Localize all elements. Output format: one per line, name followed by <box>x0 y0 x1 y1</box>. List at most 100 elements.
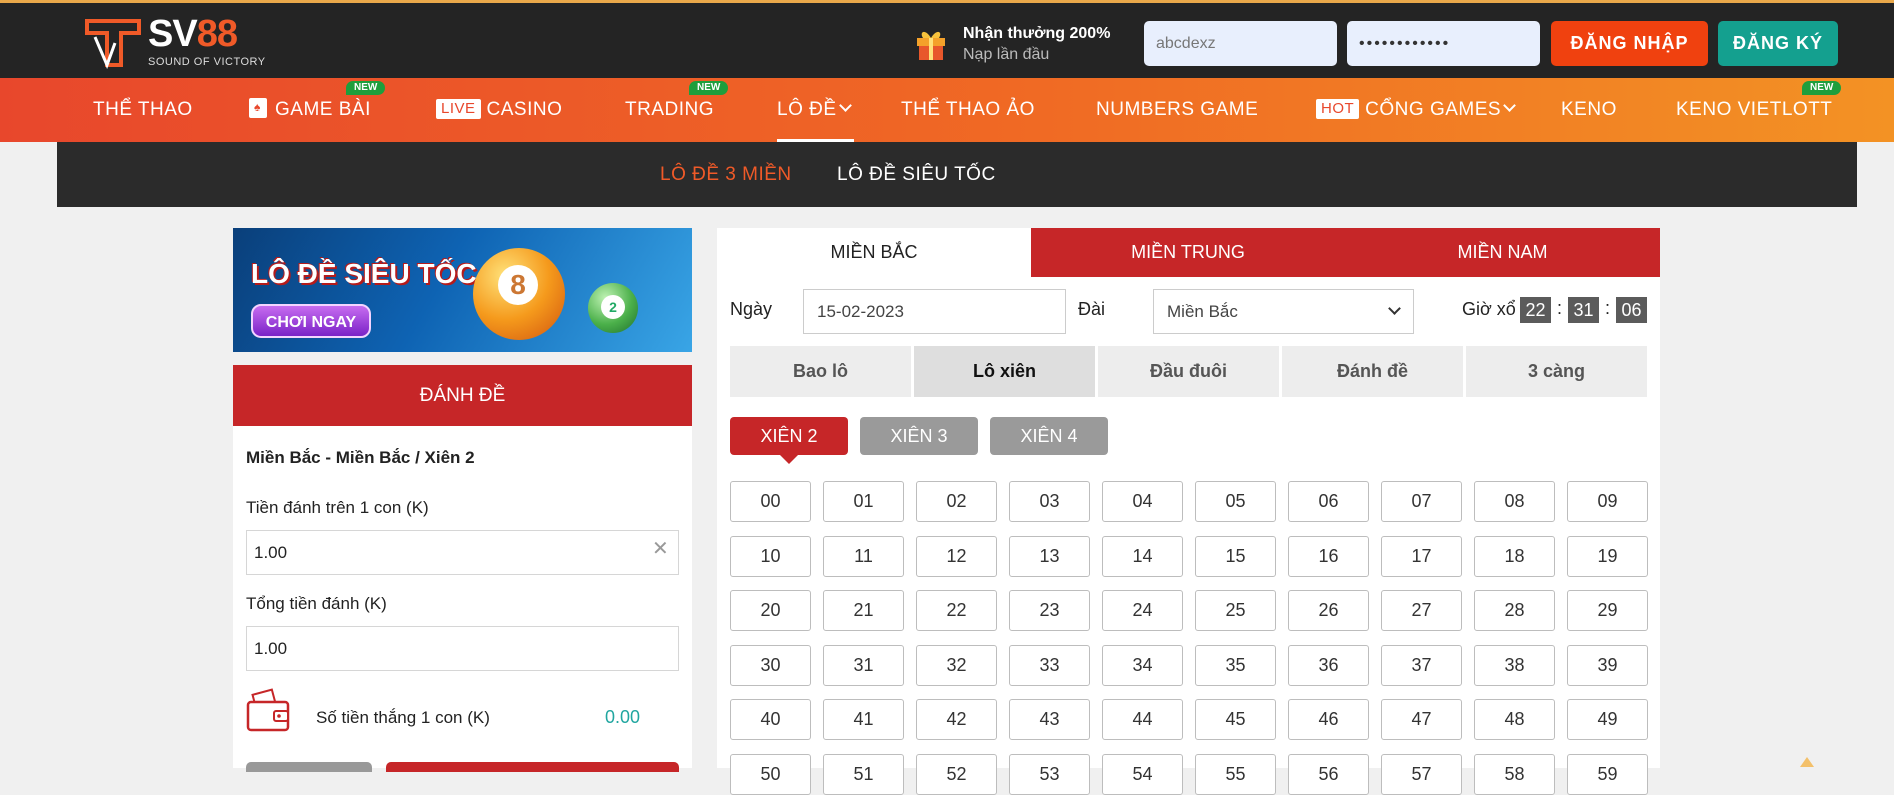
number-cell[interactable]: 43 <box>1009 699 1090 740</box>
tab-north[interactable]: MIỀN BẮC <box>717 228 1031 277</box>
clear-icon[interactable]: ✕ <box>652 536 669 561</box>
number-cell[interactable]: 26 <box>1288 590 1369 631</box>
number-cell[interactable]: 27 <box>1381 590 1462 631</box>
number-cell[interactable]: 49 <box>1567 699 1648 740</box>
tab-xien-2[interactable]: XIÊN 2 <box>730 417 848 464</box>
tab-xien-3[interactable]: XIÊN 3 <box>860 417 978 455</box>
total-input[interactable] <box>246 626 679 671</box>
number-cell[interactable]: 38 <box>1474 644 1555 686</box>
play-now-button[interactable]: CHƠI NGAY <box>251 304 371 338</box>
number-cell[interactable]: 14 <box>1102 535 1183 577</box>
number-cell[interactable]: 18 <box>1474 535 1555 577</box>
number-cell[interactable]: 33 <box>1009 644 1090 686</box>
station-label: Đài <box>1078 299 1106 319</box>
reset-button[interactable] <box>246 762 372 772</box>
nav-item-sports[interactable]: THỂ THAO <box>93 78 193 142</box>
tab-central[interactable]: MIỀN TRUNG <box>1031 228 1345 277</box>
nav-item-live-casino[interactable]: LIVE CASINO <box>436 78 562 142</box>
number-cell[interactable]: 50 <box>730 753 811 795</box>
number-cell[interactable]: 02 <box>916 481 997 522</box>
number-cell[interactable]: 06 <box>1288 481 1369 522</box>
number-cell[interactable]: 19 <box>1567 535 1648 577</box>
bettype-dau-duoi[interactable]: Đầu đuôi <box>1098 346 1279 397</box>
bettype-3-cang[interactable]: 3 càng <box>1466 346 1647 397</box>
number-cell[interactable]: 58 <box>1474 753 1555 795</box>
login-button[interactable]: ĐĂNG NHẬP <box>1551 21 1708 66</box>
nav-item-virtual-sports[interactable]: THỂ THAO ẢO <box>901 78 1035 142</box>
number-cell[interactable]: 59 <box>1567 753 1648 795</box>
stake-input[interactable] <box>246 530 679 575</box>
number-cell[interactable]: 44 <box>1102 699 1183 740</box>
number-cell[interactable]: 35 <box>1195 644 1276 686</box>
number-cell[interactable]: 22 <box>916 590 997 631</box>
subnav-fast-lottery[interactable]: LÔ ĐỀ SIÊU TỐC <box>837 142 996 207</box>
number-cell[interactable]: 28 <box>1474 590 1555 631</box>
tab-south[interactable]: MIỀN NAM <box>1345 228 1660 277</box>
number-cell[interactable]: 37 <box>1381 644 1462 686</box>
nav-item-lottery[interactable]: LÔ ĐỀ <box>777 78 854 142</box>
number-cell[interactable]: 00 <box>730 481 811 522</box>
time-seconds: 06 <box>1616 297 1647 323</box>
brand-logo[interactable]: SV88 SOUND OF VICTORY <box>85 13 265 73</box>
number-cell[interactable]: 17 <box>1381 535 1462 577</box>
number-cell[interactable]: 24 <box>1102 590 1183 631</box>
scroll-top-icon[interactable] <box>1800 757 1814 767</box>
nav-item-numbers-game[interactable]: NUMBERS GAME <box>1096 78 1258 142</box>
number-cell[interactable]: 16 <box>1288 535 1369 577</box>
number-cell[interactable]: 53 <box>1009 753 1090 795</box>
nav-item-game-portal[interactable]: HOT CỔNG GAMES <box>1316 78 1516 142</box>
number-cell[interactable]: 30 <box>730 644 811 686</box>
number-cell[interactable]: 54 <box>1102 753 1183 795</box>
number-cell[interactable]: 25 <box>1195 590 1276 631</box>
number-cell[interactable]: 05 <box>1195 481 1276 522</box>
bettype-danh-de[interactable]: Đánh đề <box>1282 346 1463 397</box>
number-cell[interactable]: 48 <box>1474 699 1555 740</box>
tab-xien-4[interactable]: XIÊN 4 <box>990 417 1108 455</box>
number-cell[interactable]: 34 <box>1102 644 1183 686</box>
number-cell[interactable]: 13 <box>1009 535 1090 577</box>
banner-title: LÔ ĐỀ SIÊU TỐC <box>251 258 477 289</box>
date-input[interactable]: 15-02-2023 <box>803 289 1066 334</box>
number-cell[interactable]: 55 <box>1195 753 1276 795</box>
number-cell[interactable]: 46 <box>1288 699 1369 740</box>
number-cell[interactable]: 36 <box>1288 644 1369 686</box>
register-button[interactable]: ĐĂNG KÝ <box>1718 21 1838 66</box>
number-cell[interactable]: 45 <box>1195 699 1276 740</box>
number-cell[interactable]: 47 <box>1381 699 1462 740</box>
number-cell[interactable]: 10 <box>730 535 811 577</box>
username-input[interactable] <box>1144 21 1337 66</box>
station-select[interactable]: Miền Bắc <box>1153 289 1414 334</box>
number-cell[interactable]: 52 <box>916 753 997 795</box>
number-cell[interactable]: 12 <box>916 535 997 577</box>
password-input[interactable] <box>1347 21 1540 66</box>
number-cell[interactable]: 32 <box>916 644 997 686</box>
number-cell[interactable]: 42 <box>916 699 997 740</box>
number-cell[interactable]: 23 <box>1009 590 1090 631</box>
number-cell[interactable]: 03 <box>1009 481 1090 522</box>
number-cell[interactable]: 56 <box>1288 753 1369 795</box>
bettype-bao-lo[interactable]: Bao lô <box>730 346 911 397</box>
promo-banner[interactable]: LÔ ĐỀ SIÊU TỐC CHƠI NGAY 8 2 <box>233 228 692 352</box>
number-cell[interactable]: 01 <box>823 481 904 522</box>
number-cell[interactable]: 39 <box>1567 644 1648 686</box>
bettype-lo-xien[interactable]: Lô xiên <box>914 346 1095 397</box>
number-cell[interactable]: 29 <box>1567 590 1648 631</box>
number-cell[interactable]: 07 <box>1381 481 1462 522</box>
number-cell[interactable]: 04 <box>1102 481 1183 522</box>
number-cell[interactable]: 40 <box>730 699 811 740</box>
number-cell[interactable]: 15 <box>1195 535 1276 577</box>
number-cell[interactable]: 09 <box>1567 481 1648 522</box>
number-cell[interactable]: 20 <box>730 590 811 631</box>
number-cell[interactable]: 08 <box>1474 481 1555 522</box>
subnav-3-regions[interactable]: LÔ ĐỀ 3 MIỀN <box>660 142 792 207</box>
number-cell[interactable]: 11 <box>823 535 904 577</box>
place-bet-button[interactable] <box>386 762 679 772</box>
number-cell[interactable]: 41 <box>823 699 904 740</box>
nav-item-keno[interactable]: KENO <box>1561 78 1617 142</box>
number-cell[interactable]: 57 <box>1381 753 1462 795</box>
nav-label: CỔNG GAMES <box>1365 99 1502 120</box>
number-cell[interactable]: 21 <box>823 590 904 631</box>
number-cell[interactable]: 31 <box>823 644 904 686</box>
number-cell[interactable]: 51 <box>823 753 904 795</box>
promo-bonus[interactable]: Nhận thưởng 200% Nạp lần đầu <box>915 23 1155 67</box>
